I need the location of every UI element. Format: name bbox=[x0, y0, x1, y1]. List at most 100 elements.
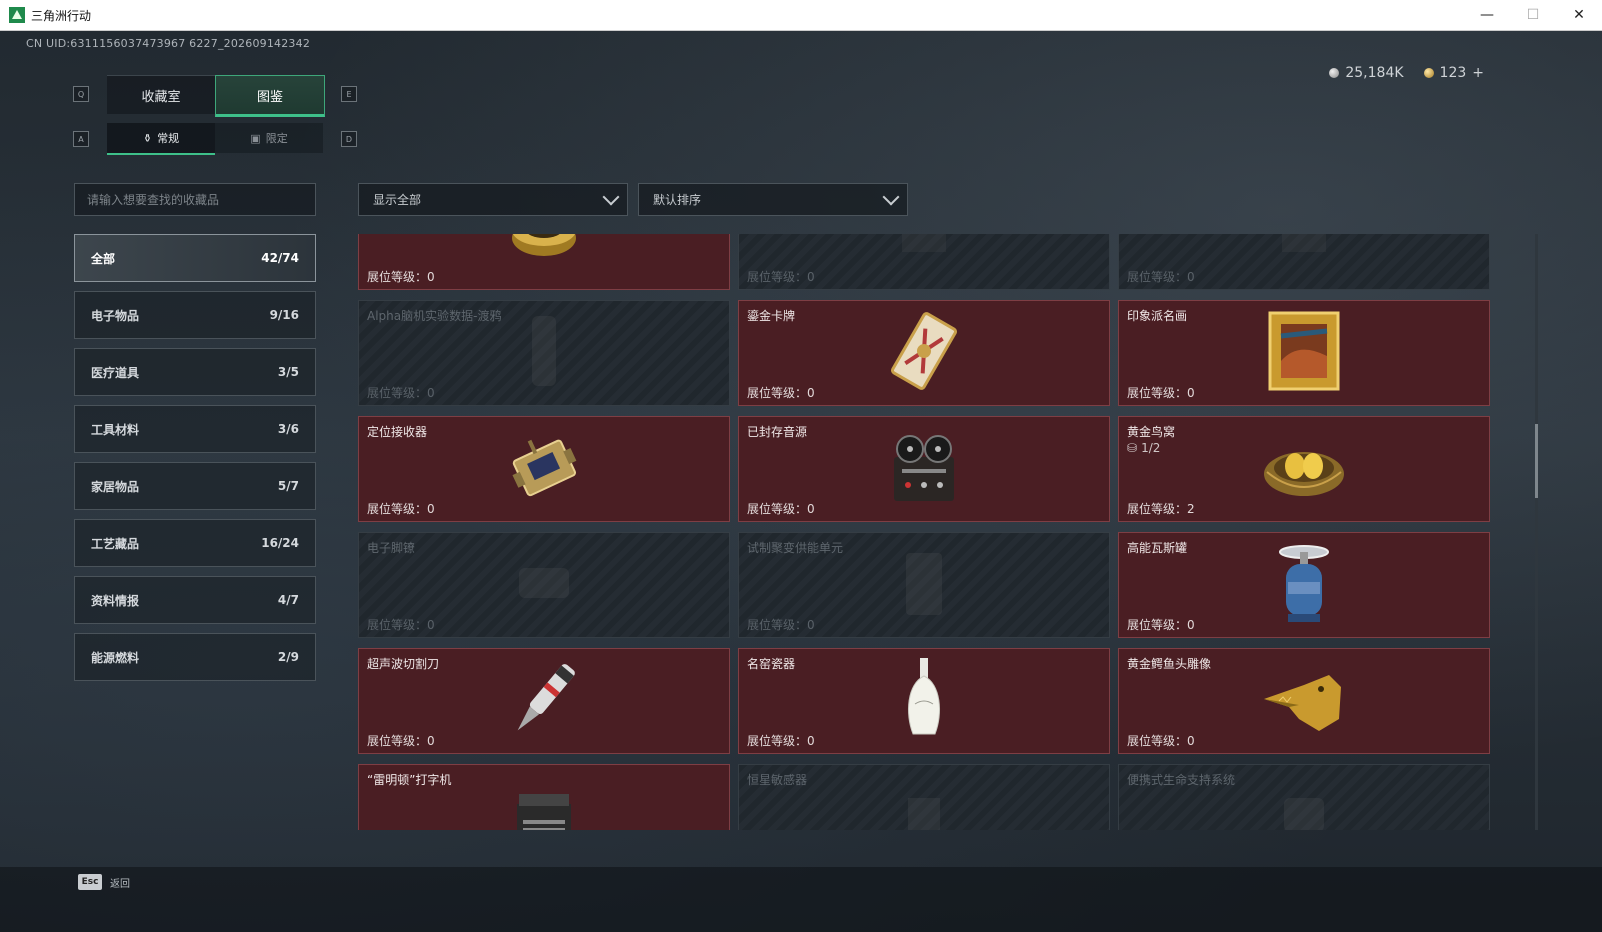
category-label: 工具材料 bbox=[91, 422, 140, 437]
collection-card[interactable]: 试制聚变供能单元 展位等级：0 bbox=[738, 532, 1110, 638]
minimize-button[interactable]: — bbox=[1464, 0, 1510, 30]
chevron-down-icon bbox=[602, 188, 620, 205]
card-name: 印象派名画 bbox=[1127, 309, 1188, 323]
collection-card[interactable]: 便携式生命支持系统 bbox=[1118, 764, 1490, 830]
category-item-intel[interactable]: 资料情报 4/7 bbox=[74, 576, 316, 624]
category-item-household[interactable]: 家居物品 5/7 bbox=[74, 462, 316, 510]
card-name: “雷明顿”打字机 bbox=[367, 773, 452, 787]
bottle-icon: ⚱ bbox=[142, 131, 153, 145]
add-currency-button[interactable]: + bbox=[1472, 65, 1484, 81]
gilded-card-icon bbox=[884, 311, 964, 395]
porcelain-vase-icon bbox=[899, 654, 949, 748]
card-display-level: 展位等级：0 bbox=[747, 270, 815, 284]
category-item-energy[interactable]: 能源燃料 2/9 bbox=[74, 633, 316, 681]
category-item-electronics[interactable]: 电子物品 9/16 bbox=[74, 291, 316, 339]
category-count: 3/6 bbox=[277, 422, 299, 436]
card-display-level: 展位等级：2 bbox=[1127, 502, 1195, 516]
collection-card[interactable]: 定位接收器展位等级：0 bbox=[358, 416, 730, 522]
category-count: 5/7 bbox=[277, 479, 299, 493]
collection-card[interactable]: 超声波切割刀 展位等级：0 bbox=[358, 648, 730, 754]
tab-catalog[interactable]: 图鉴 bbox=[215, 75, 325, 117]
card-display-level: 展位等级：0 bbox=[1127, 386, 1195, 400]
card-owned-count: ⛁ 1/2 bbox=[1127, 441, 1160, 455]
card-name: 电子脚镣 bbox=[367, 541, 416, 555]
category-count: 9/16 bbox=[269, 308, 299, 322]
currency-bar: 25,184K 123 + bbox=[1329, 65, 1484, 81]
chevron-down-icon bbox=[882, 188, 900, 205]
subtab-regular[interactable]: ⚱ 常规 bbox=[107, 123, 215, 155]
card-name: 鎏金卡牌 bbox=[747, 309, 796, 323]
category-label: 家居物品 bbox=[91, 479, 140, 494]
grid-scrollbar[interactable] bbox=[1535, 234, 1538, 830]
collection-card[interactable]: 印象派名画展位等级：0 bbox=[1118, 300, 1490, 406]
filter-dropdown[interactable]: 显示全部 bbox=[358, 183, 628, 216]
collection-card[interactable]: 黄金鸟窝 ⛁ 1/2 展位等级：2 bbox=[1118, 416, 1490, 522]
framed-painting-icon bbox=[1268, 311, 1340, 395]
collection-card[interactable]: 高能瓦斯罐展位等级：0 bbox=[1118, 532, 1490, 638]
category-label: 电子物品 bbox=[91, 308, 140, 323]
card-display-level: 展位等级：0 bbox=[367, 386, 435, 400]
card-display-level: 展位等级：0 bbox=[1127, 618, 1195, 632]
card-name: 名窑瓷器 bbox=[747, 657, 796, 671]
category-label: 资料情报 bbox=[91, 593, 140, 608]
gas-canister-icon bbox=[1274, 538, 1334, 632]
card-name: 定位接收器 bbox=[367, 425, 428, 439]
collection-card[interactable]: 展位等级：0 bbox=[358, 234, 730, 290]
life-support-icon bbox=[1274, 790, 1334, 830]
card-name: 试制聚变供能单元 bbox=[747, 541, 844, 555]
collection-card[interactable]: “雷明顿”打字机 bbox=[358, 764, 730, 830]
subtab-limited[interactable]: ▣ 限定 bbox=[215, 123, 323, 153]
card-name: 便携式生命支持系统 bbox=[1127, 773, 1236, 787]
key-hint-d: D bbox=[341, 131, 357, 147]
maximize-button[interactable]: ☐ bbox=[1510, 0, 1556, 30]
search-input[interactable] bbox=[74, 183, 316, 216]
collection-card[interactable]: 电子脚镣 展位等级：0 bbox=[358, 532, 730, 638]
category-item-medical[interactable]: 医疗道具 3/5 bbox=[74, 348, 316, 396]
collection-card[interactable]: 展位等级：0 bbox=[1118, 234, 1490, 290]
stack-icon: ⛁ bbox=[1127, 441, 1138, 455]
star-sensor-icon bbox=[894, 790, 954, 830]
category-count: 2/9 bbox=[277, 650, 299, 664]
back-label: 返回 bbox=[110, 878, 130, 890]
category-item-all[interactable]: 全部 42/74 bbox=[74, 234, 316, 282]
collection-card[interactable]: 名窑瓷器 展位等级：0 bbox=[738, 648, 1110, 754]
fusion-unit-icon bbox=[894, 543, 954, 627]
card-name: 已封存音源 bbox=[747, 425, 808, 439]
card-display-level: 展位等级：0 bbox=[1127, 270, 1195, 284]
category-list: 全部 42/74 电子物品 9/16 医疗道具 3/5 工具材料 3/6 家居物品 5/7… bbox=[74, 234, 316, 690]
key-hint-e: E bbox=[341, 86, 357, 102]
image-icon: ▣ bbox=[250, 131, 261, 145]
card-name: 黄金鳄鱼头雕像 bbox=[1127, 657, 1212, 671]
category-item-crafts[interactable]: 工艺藏品 16/24 bbox=[74, 519, 316, 567]
scrollbar-thumb[interactable] bbox=[1535, 424, 1538, 498]
card-display-level: 展位等级：0 bbox=[747, 386, 815, 400]
card-display-level: 展位等级：0 bbox=[747, 502, 815, 516]
card-display-level: 展位等级：0 bbox=[367, 502, 435, 516]
collection-grid: 展位等级：0 展位等级：0 展位等级：0 Alpha脑机实验数据-渡鸦 展位等级：0 鎏金… bbox=[358, 234, 1530, 830]
category-count: 3/5 bbox=[277, 365, 299, 379]
filter-dropdown-value: 显示全部 bbox=[373, 193, 422, 207]
collection-card[interactable]: 鎏金卡牌展位等级：0 bbox=[738, 300, 1110, 406]
collection-card[interactable]: 黄金鳄鱼头雕像 展位等级：0 bbox=[1118, 648, 1490, 754]
collection-card[interactable]: 恒星敏感器 bbox=[738, 764, 1110, 830]
category-item-tools[interactable]: 工具材料 3/6 bbox=[74, 405, 316, 453]
card-name: Alpha脑机实验数据-渡鸦 bbox=[367, 309, 502, 323]
collection-card[interactable]: Alpha脑机实验数据-渡鸦 展位等级：0 bbox=[358, 300, 730, 406]
app-logo-icon bbox=[9, 7, 25, 23]
gold-currency: 123 + bbox=[1423, 65, 1484, 81]
back-button[interactable]: Esc 返回 bbox=[78, 874, 130, 890]
card-name: 恒星敏感器 bbox=[747, 773, 808, 787]
sort-dropdown[interactable]: 默认排序 bbox=[638, 183, 908, 216]
collection-card[interactable]: 已封存音源展位等级：0 bbox=[738, 416, 1110, 522]
ankle-monitor-icon bbox=[509, 553, 579, 617]
category-count: 4/7 bbox=[277, 593, 299, 607]
collection-card[interactable]: 展位等级：0 bbox=[738, 234, 1110, 290]
category-count: 42/74 bbox=[261, 251, 299, 265]
sub-tabs: ⚱ 常规 ▣ 限定 bbox=[107, 123, 323, 155]
gold-amount: 123 bbox=[1439, 65, 1467, 81]
close-button[interactable]: ✕ bbox=[1556, 0, 1602, 30]
tab-collection-room[interactable]: 收藏室 bbox=[107, 75, 215, 114]
card-name: 高能瓦斯罐 bbox=[1127, 541, 1188, 555]
footer-bar bbox=[0, 867, 1602, 932]
card-name: 黄金鸟窝 bbox=[1127, 425, 1176, 439]
